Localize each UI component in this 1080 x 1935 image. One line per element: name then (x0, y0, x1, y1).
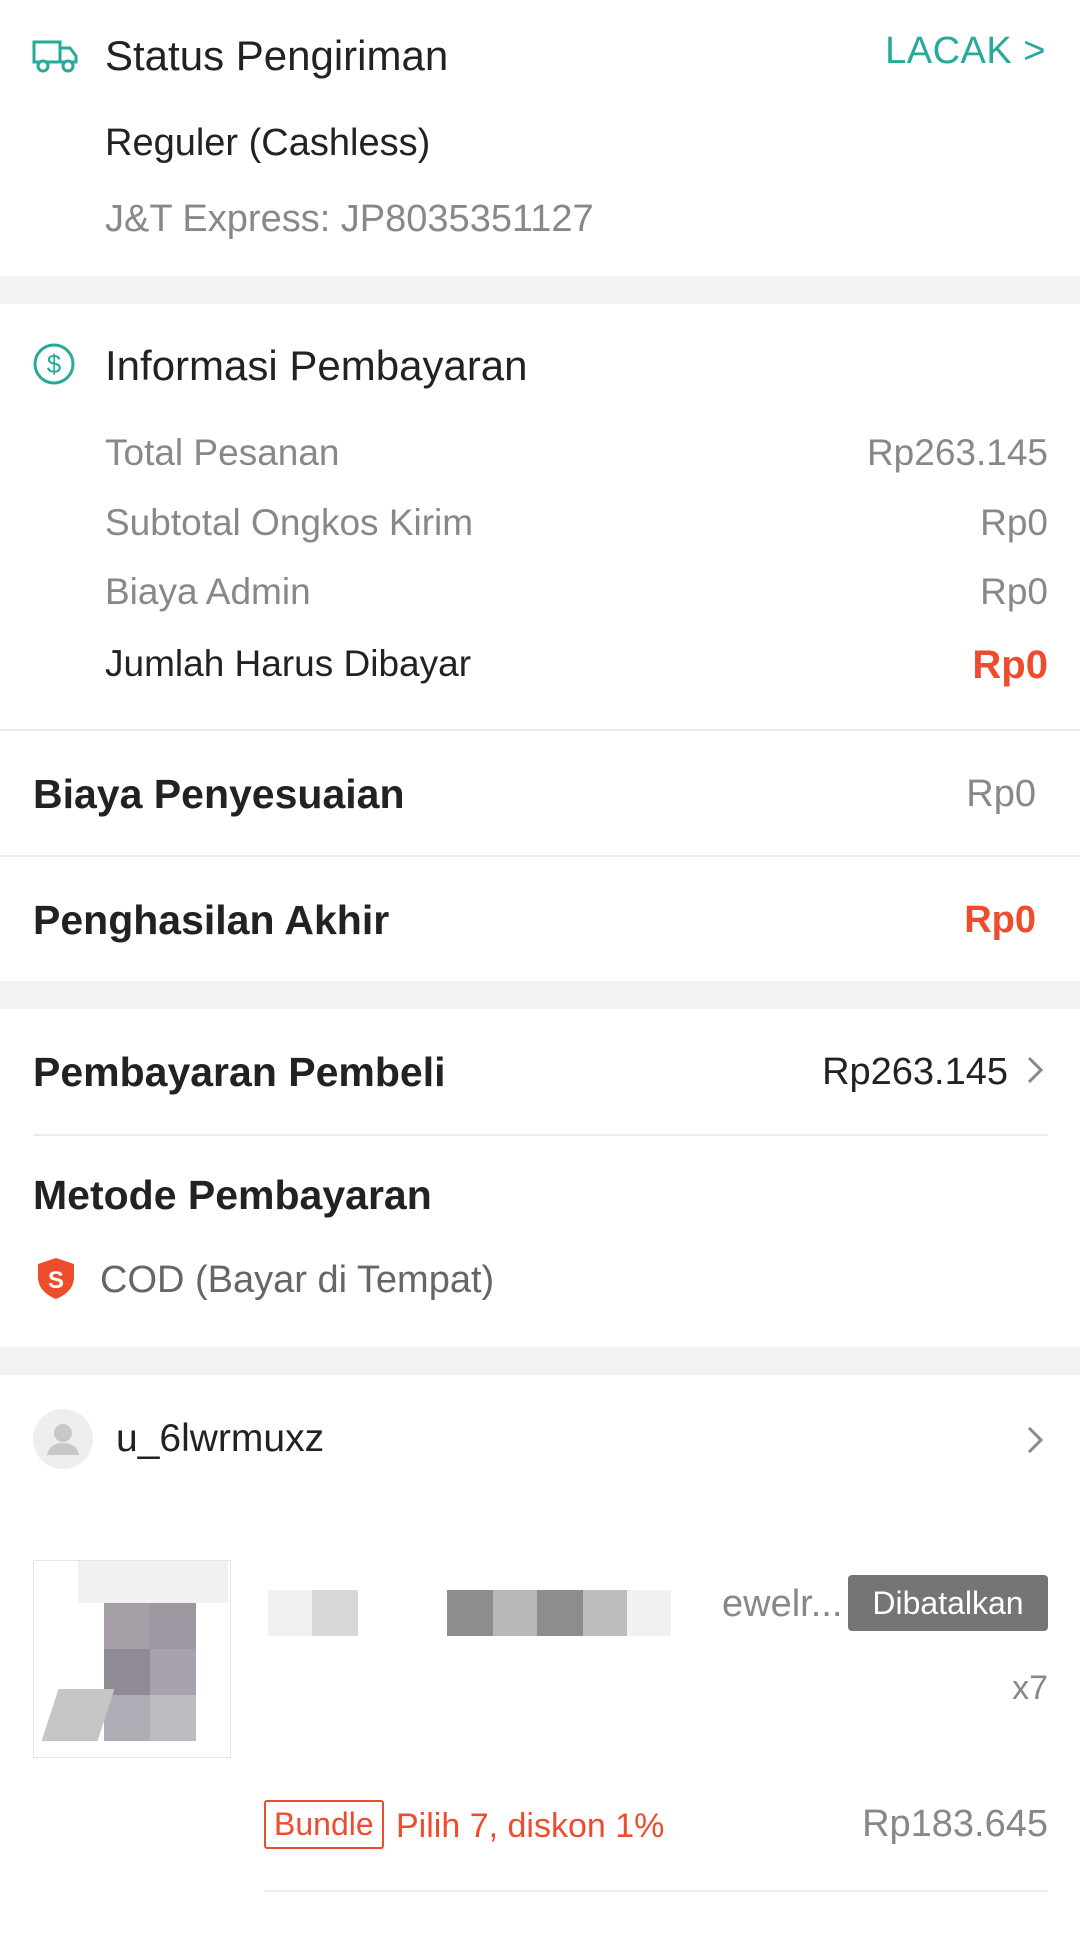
shield-s-icon: S (38, 1258, 74, 1299)
final-income-label: Penghasilan Akhir (33, 897, 390, 943)
buyer-payment-section: Pembayaran Pembeli Rp263.145 Metode Pemb… (0, 1009, 1080, 1347)
product-thumbnail[interactable] (33, 1560, 231, 1758)
payment-info-section: $ Informasi Pembayaran Total Pesanan Rp2… (0, 304, 1080, 731)
payment-row-value: Rp263.145 (866, 432, 1048, 473)
cancelled-status-badge: Dibatalkan (848, 1575, 1048, 1631)
svg-text:S: S (48, 1267, 64, 1294)
bundle-tag: Bundle (264, 1800, 384, 1849)
product-quantity: x7 (1012, 1669, 1048, 1707)
payment-row-label: Biaya Admin (105, 571, 311, 612)
product-name-suffix: ewelr... (722, 1583, 843, 1625)
product-name-blur (583, 1590, 627, 1636)
shipping-service: Reguler (Cashless) (105, 122, 431, 164)
payment-method-value: COD (Bayar di Tempat) (100, 1259, 495, 1301)
order-item-section: u_6lwrmuxz ewelr... Dibatalkan x7 Bundle… (0, 1375, 1080, 1935)
chevron-right-icon[interactable] (1022, 1423, 1048, 1457)
payment-row-total: Jumlah Harus Dibayar Rp0 (105, 643, 1048, 693)
product-name-blur (447, 1590, 493, 1636)
final-income-row: Penghasilan Akhir Rp0 (0, 857, 1080, 981)
payment-row-label: Subtotal Ongkos Kirim (105, 502, 474, 543)
shipping-status-title: Status Pengiriman (105, 32, 449, 79)
divider (264, 1890, 1048, 1892)
shipping-courier-tracking: J&T Express: JP8035351127 (105, 198, 594, 240)
amount-due-value: Rp0 (972, 643, 1048, 687)
track-link[interactable]: LACAK > (885, 30, 1046, 73)
svg-text:$: $ (47, 349, 62, 379)
adjustment-value: Rp0 (966, 773, 1036, 815)
product-name-blur (268, 1590, 312, 1636)
buyer-payment-value: Rp263.145 (822, 1051, 1008, 1093)
section-gap (0, 1347, 1080, 1375)
user-icon (47, 1424, 79, 1455)
product-name-blur (627, 1590, 671, 1636)
shipping-status-section: Status Pengiriman LACAK > Reguler (Cashl… (0, 0, 1080, 276)
payment-row-label: Jumlah Harus Dibayar (105, 643, 472, 684)
payment-row-value: Rp0 (980, 571, 1048, 612)
adjustment-row: Biaya Penyesuaian Rp0 (0, 731, 1080, 857)
buyer-payment-row[interactable]: Pembayaran Pembeli Rp263.145 (33, 1009, 1048, 1136)
truck-icon (32, 40, 78, 73)
payment-method-title: Metode Pembayaran (33, 1172, 432, 1218)
avatar (33, 1409, 93, 1469)
section-gap (0, 276, 1080, 304)
dollar-icon: $ (33, 343, 75, 385)
payment-row: Total Pesanan Rp263.145 (105, 432, 1048, 482)
product-name-blur (537, 1590, 583, 1636)
section-gap (0, 981, 1080, 1009)
payment-info-title: Informasi Pembayaran (105, 342, 528, 389)
product-name-blur (312, 1590, 358, 1636)
bundle-description: Pilih 7, diskon 1% (396, 1807, 665, 1845)
final-income-value: Rp0 (964, 899, 1036, 941)
chevron-right-icon (1027, 1056, 1044, 1084)
buyer-username[interactable]: u_6lwrmuxz (116, 1417, 324, 1461)
payment-row: Biaya Admin Rp0 (105, 571, 1048, 621)
payment-row: Subtotal Ongkos Kirim Rp0 (105, 502, 1048, 552)
buyer-payment-label: Pembayaran Pembeli (33, 1049, 446, 1095)
payment-row-label: Total Pesanan (105, 432, 340, 473)
product-name-blur (493, 1590, 537, 1636)
product-price: Rp183.645 (862, 1803, 1048, 1845)
adjustment-label: Biaya Penyesuaian (33, 771, 405, 817)
payment-row-value: Rp0 (980, 502, 1048, 543)
